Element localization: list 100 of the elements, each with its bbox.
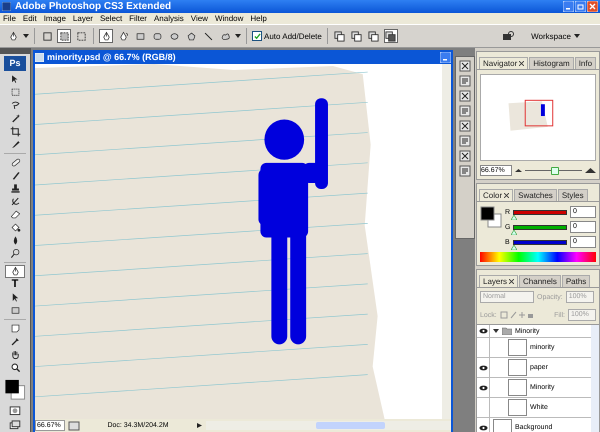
path-operation-button[interactable]: [366, 29, 381, 43]
minimize-icon[interactable]: [440, 52, 451, 62]
magnifier-icon: [10, 362, 20, 373]
paper-thumbnail-drawing: [508, 101, 548, 131]
dodge-icon: [10, 248, 20, 260]
pen-icon: [10, 266, 20, 277]
panel-tab[interactable]: Info: [574, 57, 596, 69]
menu-item[interactable]: Analysis: [154, 14, 184, 23]
knife-icon: [10, 139, 20, 150]
menu-item[interactable]: Edit: [22, 14, 37, 23]
panel-tab[interactable]: Paths: [562, 275, 590, 287]
rounded-rectangle-icon: [152, 30, 162, 42]
visibility-toggle[interactable]: [477, 325, 490, 337]
checkbox[interactable]: [252, 31, 262, 41]
line-icon: [202, 30, 214, 42]
layer-thumbnail: [508, 359, 527, 376]
vertical-scrollbar[interactable]: [442, 64, 451, 419]
magic-wand-icon: [10, 113, 20, 124]
app-logo: Ps: [4, 56, 26, 72]
eyedropper-icon: [10, 336, 20, 347]
rectangle-icon: [10, 305, 20, 316]
workspace-button[interactable]: Workspace: [517, 32, 594, 40]
zoom-in-icon[interactable]: [585, 168, 596, 174]
freeform-pen-icon: [118, 30, 128, 42]
pen-icon: [100, 30, 112, 42]
layer-thumbnail: [508, 339, 527, 356]
layer-thumbnail: [508, 399, 527, 416]
minimize-icon[interactable]: [563, 1, 574, 12]
close-icon[interactable]: [519, 61, 524, 66]
view-box-frame[interactable]: [524, 100, 554, 126]
menu-item[interactable]: Window: [214, 14, 244, 23]
eraser-icon: [10, 209, 20, 220]
menu-item[interactable]: Help: [250, 14, 267, 23]
overlap-squares-icon: [334, 30, 346, 42]
mode-button[interactable]: [57, 29, 71, 43]
zoom-out-icon[interactable]: [515, 168, 522, 173]
zoom-slider[interactable]: [550, 167, 558, 175]
marquee-icon: [10, 87, 20, 98]
menu-item[interactable]: View: [190, 14, 208, 23]
screen-mode-icon[interactable]: [9, 420, 21, 432]
play-arrow-icon[interactable]: [196, 423, 203, 428]
foreground-background-swatch[interactable]: [480, 206, 502, 228]
square-icon: [76, 30, 86, 42]
vertical-scrollbar[interactable]: [591, 325, 599, 432]
panel-tab[interactable]: Layers: [479, 275, 518, 287]
window-title: Adobe Photoshop CS3 Extended: [15, 1, 172, 12]
square-icon: [42, 30, 52, 42]
stamp-icon: [10, 183, 20, 194]
crop-icon: [10, 126, 20, 138]
restore-icon[interactable]: [575, 1, 586, 12]
color-swatches-icon[interactable]: [3, 378, 27, 401]
panel-tab[interactable]: Color: [479, 189, 514, 201]
lasso-icon: [10, 100, 20, 112]
menu-item[interactable]: Image: [44, 14, 66, 23]
folder-icon: [502, 327, 512, 335]
expand-triangle-icon[interactable]: [493, 328, 499, 334]
slider-thumb[interactable]: [511, 230, 517, 234]
preview-icon[interactable]: [68, 420, 80, 432]
paint-bucket-icon: [10, 222, 20, 234]
panel-tab[interactable]: Styles: [558, 189, 588, 201]
layer-thumbnail: [508, 379, 527, 396]
file-browser-icon[interactable]: [502, 30, 514, 42]
caret-icon: [574, 34, 580, 38]
path-operation-button[interactable]: [350, 29, 364, 43]
close-icon[interactable]: [504, 193, 510, 198]
history-brush-icon: [10, 196, 20, 208]
panel-tab[interactable]: Channels: [519, 275, 561, 287]
tool-button[interactable]: [5, 265, 25, 278]
checkbox-label: Auto Add/Delete: [264, 32, 322, 40]
ellipse-icon: [168, 30, 180, 42]
document-title: minority.psd @ 66.7% (RGB/8): [47, 52, 177, 62]
close-icon[interactable]: [509, 279, 514, 284]
menu-item[interactable]: Select: [100, 14, 122, 23]
overlap-squares-icon: [351, 30, 362, 42]
panel-tab[interactable]: Navigator: [479, 57, 528, 69]
panel-tab[interactable]: Histogram: [529, 57, 574, 69]
polygon-icon: [186, 30, 196, 42]
pen-icon: [8, 30, 18, 42]
tool-button[interactable]: T: [5, 278, 25, 291]
path-operation-button[interactable]: [384, 29, 398, 43]
visibility-toggle[interactable]: [477, 378, 490, 397]
note-icon: [10, 322, 20, 334]
path-operation-button[interactable]: [332, 29, 347, 43]
panel-tab[interactable]: Swatches: [514, 189, 557, 201]
overlap-squares-icon: [385, 30, 396, 42]
app-icon: [2, 2, 11, 11]
color-spectrum[interactable]: [480, 252, 596, 262]
visibility-toggle[interactable]: [477, 358, 490, 377]
visibility-toggle[interactable]: [477, 418, 490, 432]
menu-item[interactable]: File: [3, 14, 16, 23]
slider-thumb[interactable]: [511, 214, 517, 220]
caret-icon[interactable]: [235, 34, 241, 38]
shape-tool-button[interactable]: [99, 29, 113, 43]
quick-mask-icon[interactable]: [9, 404, 21, 416]
menu-item[interactable]: Layer: [72, 14, 93, 23]
square-icon: [58, 30, 70, 42]
caret-icon[interactable]: [23, 34, 29, 38]
slider-thumb[interactable]: [511, 244, 517, 250]
menu-item[interactable]: Filter: [129, 14, 147, 23]
horizontal-scrollbar[interactable]: [206, 421, 451, 430]
